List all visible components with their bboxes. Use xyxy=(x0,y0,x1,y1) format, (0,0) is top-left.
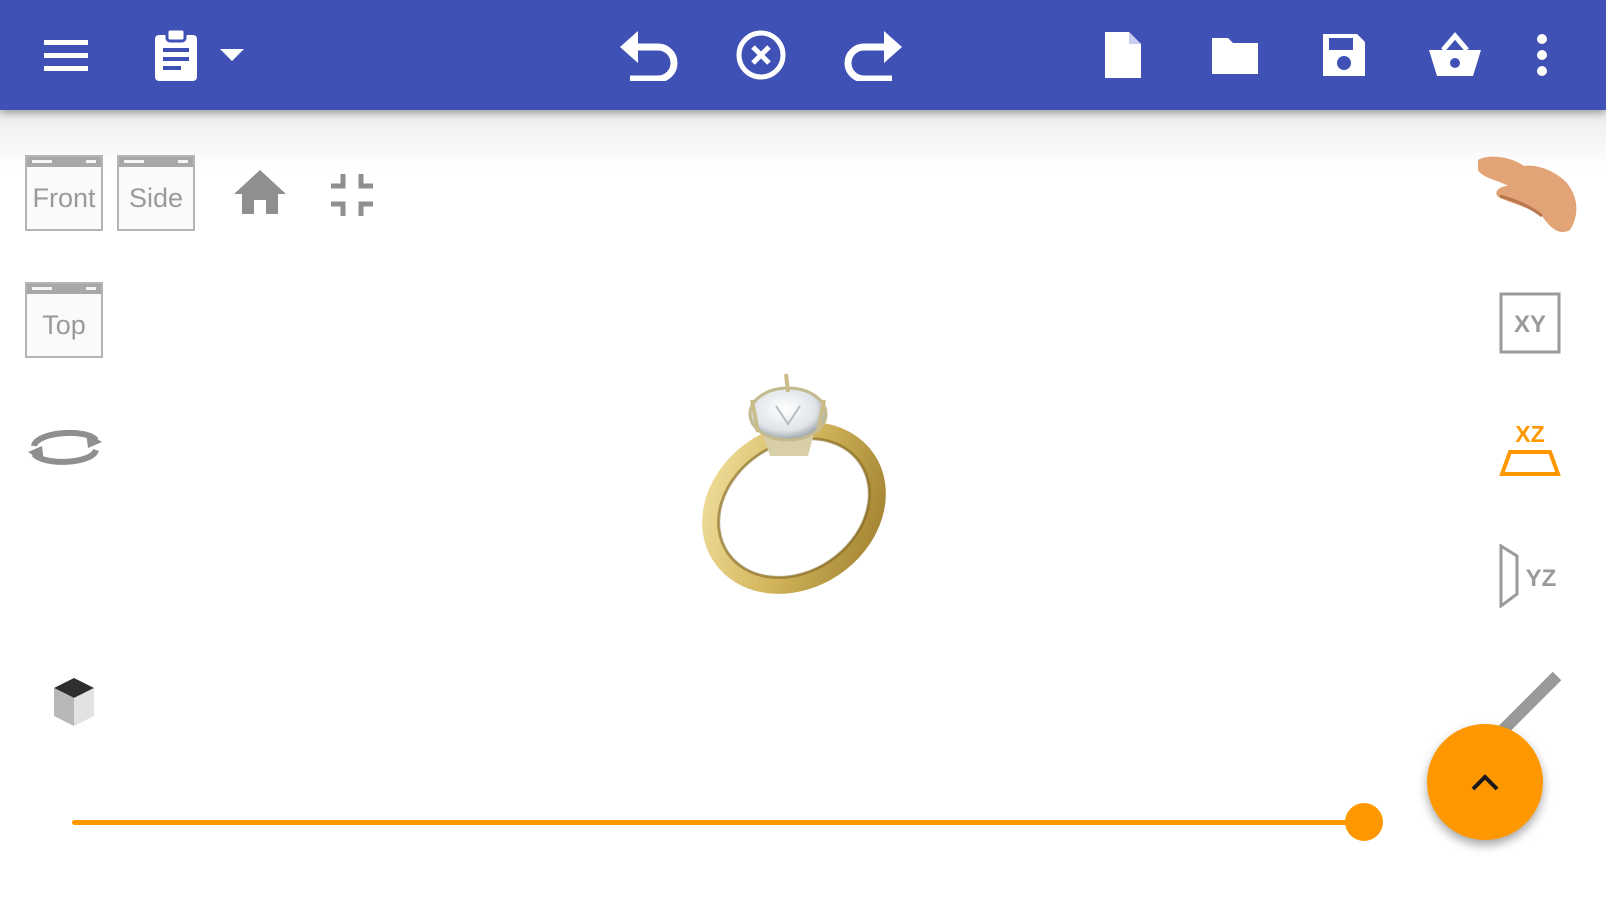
xz-plane-button[interactable]: XZ xyxy=(1498,418,1562,483)
open-folder-icon xyxy=(1212,38,1258,74)
fit-view-icon xyxy=(331,174,373,216)
material-button[interactable] xyxy=(50,676,98,733)
detail-slider-thumb[interactable] xyxy=(1345,803,1383,841)
redo-icon xyxy=(844,31,902,81)
ring-3d-model xyxy=(690,372,910,609)
basket-button[interactable] xyxy=(1422,0,1488,110)
redo-button[interactable] xyxy=(836,0,910,110)
front-view-button[interactable]: Front xyxy=(25,155,103,231)
top-view-button[interactable]: Top xyxy=(25,282,103,358)
basket-icon xyxy=(1429,32,1481,76)
menu-button[interactable] xyxy=(30,0,102,110)
top-toolbar xyxy=(0,0,1606,110)
menu-icon xyxy=(44,40,88,71)
ring-image xyxy=(702,373,886,594)
yz-plane-icon: YZ xyxy=(1499,543,1557,609)
undo-icon xyxy=(620,31,678,81)
pan-hand-button[interactable] xyxy=(1470,152,1582,243)
undo-button[interactable] xyxy=(612,0,686,110)
save-icon xyxy=(1323,34,1365,76)
fit-view-button[interactable] xyxy=(329,172,375,223)
cancel-icon xyxy=(736,30,786,80)
xy-plane-icon: XY xyxy=(1499,292,1561,354)
cancel-button[interactable] xyxy=(726,0,796,110)
more-vert-icon xyxy=(1537,34,1547,76)
xz-plane-label: XZ xyxy=(1515,421,1544,447)
cube-icon xyxy=(54,678,94,726)
rotate-icon xyxy=(28,429,102,465)
new-file-icon xyxy=(1105,32,1141,78)
clipboard-dropdown-button[interactable] xyxy=(212,0,252,110)
open-folder-button[interactable] xyxy=(1204,0,1266,110)
home-icon xyxy=(234,170,286,214)
xy-plane-button[interactable]: XY xyxy=(1499,292,1561,359)
xz-plane-icon: XZ xyxy=(1499,421,1561,476)
yz-plane-button[interactable]: YZ xyxy=(1497,543,1565,613)
new-file-button[interactable] xyxy=(1096,0,1150,110)
pencil-icon xyxy=(1498,671,1562,735)
dropdown-icon xyxy=(220,49,244,61)
rotate-button[interactable] xyxy=(26,422,104,477)
top-view-label: Top xyxy=(42,309,86,340)
yz-plane-label: YZ xyxy=(1526,565,1557,592)
save-button[interactable] xyxy=(1314,0,1374,110)
hand-icon xyxy=(1478,156,1577,233)
xy-plane-label: XY xyxy=(1514,311,1546,338)
more-options-button[interactable] xyxy=(1522,0,1562,110)
side-view-label: Side xyxy=(128,182,184,213)
side-view-button[interactable]: Side xyxy=(117,155,195,231)
front-view-label: Front xyxy=(32,182,96,213)
expand-fab-button[interactable] xyxy=(1427,724,1543,840)
detail-slider-track[interactable] xyxy=(72,820,1364,825)
clipboard-icon xyxy=(155,28,197,81)
home-button[interactable] xyxy=(232,168,288,221)
clipboard-button[interactable] xyxy=(145,0,207,110)
chevron-up-icon xyxy=(1471,774,1499,791)
